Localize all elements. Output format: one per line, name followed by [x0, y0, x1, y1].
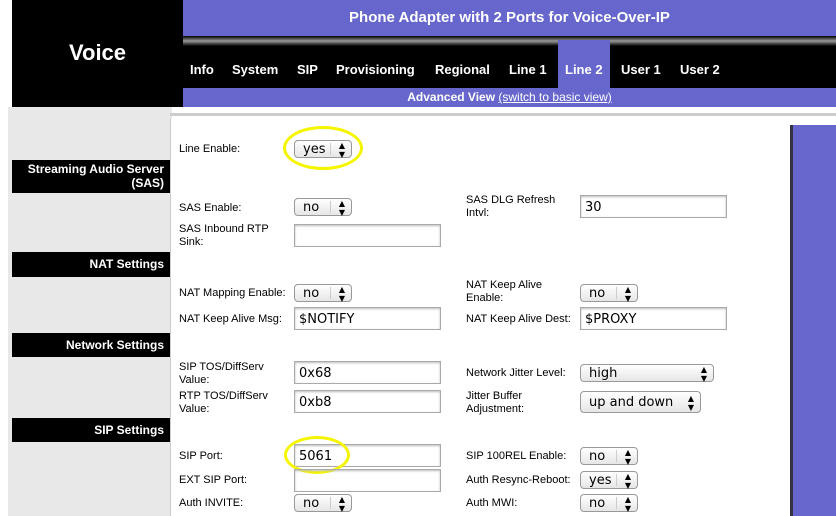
rtp-tos-label: RTP TOS/DiffServ Value: [179, 390, 268, 415]
select-value: no [589, 286, 606, 301]
auth-resync-select[interactable]: yes ▲ ▼ [580, 471, 638, 490]
stepper-icon: ▲ ▼ [338, 495, 345, 513]
auth-resync-label: Auth Resync-Reboot: [466, 474, 571, 486]
tab-line2[interactable]: Line 2 [565, 62, 603, 77]
auth-mwi-select[interactable]: no ▲ ▼ [580, 494, 638, 513]
nat-keepalive-enable-label: NAT Keep Alive Enable: [466, 279, 543, 304]
sip-tos-input[interactable]: 0x68 [294, 361, 441, 384]
select-value: no [303, 200, 320, 215]
sas-enable-select[interactable]: no ▲ ▼ [294, 198, 352, 217]
tab-regional[interactable]: Regional [435, 62, 490, 77]
stepper-icon: ▲ ▼ [624, 495, 631, 513]
select-value: no [303, 286, 320, 301]
brand-title: Voice [68, 40, 127, 65]
page-title: Phone Adapter with 2 Ports for Voice-Ove… [183, 0, 836, 36]
jitter-adjustment-label: Jitter Buffer Adjustment: [466, 390, 525, 415]
sas-enable-label: SAS Enable: [179, 202, 242, 214]
sas-dlg-input[interactable]: 30 [580, 195, 727, 218]
select-value: no [589, 449, 606, 464]
nat-keepalive-msg-input[interactable]: $NOTIFY [294, 307, 441, 330]
jitter-adjustment-select[interactable]: up and down ▲ ▼ [580, 391, 701, 413]
tab-user1[interactable]: User 1 [621, 62, 661, 77]
select-value: yes [589, 473, 612, 488]
divider [170, 113, 836, 116]
sip-100rel-label: SIP 100REL Enable: [466, 450, 567, 462]
auth-mwi-label: Auth MWI: [466, 497, 518, 509]
section-network: Network Settings [12, 333, 170, 357]
sip-100rel-select[interactable]: no ▲ ▼ [580, 447, 638, 466]
select-value: up and down [589, 395, 674, 410]
ext-sip-port-input[interactable] [294, 469, 441, 492]
section-sas: Streaming Audio Server (SAS) [12, 160, 170, 193]
stepper-icon: ▲ ▼ [338, 285, 345, 303]
stepper-icon: ▲ ▼ [624, 448, 631, 466]
tab-system[interactable]: System [232, 62, 278, 77]
switch-basic-view-link[interactable]: (switch to basic view) [498, 90, 611, 104]
line-enable-label: Line Enable: [179, 143, 241, 155]
auth-invite-label: Auth INVITE: [179, 497, 244, 509]
tab-user2[interactable]: User 2 [680, 62, 720, 77]
stepper-icon: ▲ ▼ [687, 394, 694, 412]
jitter-level-label: Network Jitter Level: [466, 367, 566, 379]
rtp-tos-input[interactable]: 0xb8 [294, 390, 441, 413]
sas-rtp-input[interactable] [294, 224, 441, 247]
ext-sip-port-label: EXT SIP Port: [179, 474, 248, 486]
select-value: no [303, 496, 320, 511]
select-value: high [589, 366, 618, 381]
sip-port-label: SIP Port: [179, 450, 223, 462]
stepper-icon: ▲ ▼ [700, 365, 707, 383]
nat-keepalive-dest-label: NAT Keep Alive Dest: [466, 313, 571, 325]
highlight-circle [283, 126, 363, 170]
tab-line1[interactable]: Line 1 [509, 62, 547, 77]
section-sip: SIP Settings [12, 418, 170, 442]
nat-keepalive-enable-select[interactable]: no ▲ ▼ [580, 284, 638, 303]
stepper-icon: ▲ ▼ [624, 472, 631, 490]
sas-dlg-label: SAS DLG Refresh Intvl: [466, 194, 556, 219]
divider [183, 36, 836, 46]
stepper-icon: ▲ ▼ [338, 199, 345, 217]
view-label: Advanced View [407, 90, 496, 104]
tab-sip[interactable]: SIP [297, 62, 318, 77]
select-value: no [589, 496, 606, 511]
stepper-icon: ▲ ▼ [624, 285, 631, 303]
view-bar: Advanced View (switch to basic view) [183, 88, 836, 107]
nat-keepalive-dest-input[interactable]: $PROXY [580, 307, 727, 330]
tab-provisioning[interactable]: Provisioning [336, 62, 415, 77]
sip-tos-label: SIP TOS/DiffServ Value: [179, 361, 264, 386]
right-strip [790, 125, 836, 516]
auth-invite-select[interactable]: no ▲ ▼ [294, 494, 352, 513]
sas-rtp-label: SAS Inbound RTP Sink: [179, 223, 269, 248]
nat-mapping-select[interactable]: no ▲ ▼ [294, 284, 352, 303]
section-nat: NAT Settings [12, 252, 170, 277]
nat-keepalive-msg-label: NAT Keep Alive Msg: [179, 313, 282, 325]
tab-info[interactable]: Info [190, 62, 214, 77]
nat-mapping-label: NAT Mapping Enable: [179, 287, 286, 299]
jitter-level-select[interactable]: high ▲ ▼ [580, 364, 714, 383]
